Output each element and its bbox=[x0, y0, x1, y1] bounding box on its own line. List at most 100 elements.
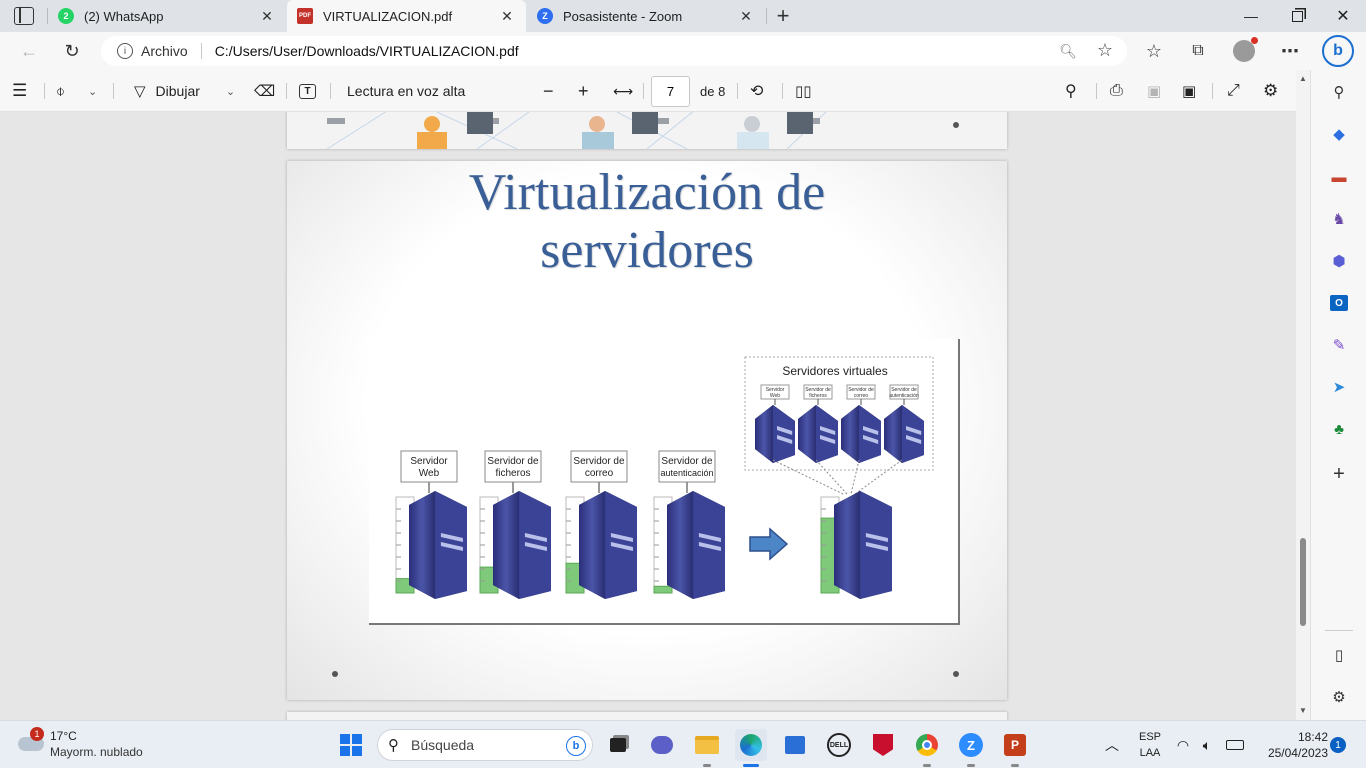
send-icon[interactable]: ➤ bbox=[1327, 375, 1351, 399]
powerpoint-icon[interactable]: P bbox=[999, 729, 1031, 761]
shopping-tag-icon[interactable]: ◆ bbox=[1327, 122, 1351, 146]
weather-widget[interactable]: 1 17°C Mayorm. nublado bbox=[14, 727, 164, 763]
tab-pdf[interactable]: PDF VIRTUALIZACION.pdf ✕ bbox=[287, 0, 526, 32]
sidebar-settings-icon[interactable]: ⚙ bbox=[1327, 685, 1351, 709]
chrome-icon[interactable] bbox=[911, 729, 943, 761]
chevron-down-icon[interactable]: ⌄ bbox=[226, 85, 235, 98]
save-icon[interactable]: ▣ bbox=[1147, 70, 1161, 112]
chat-icon[interactable] bbox=[646, 729, 678, 761]
designer-icon[interactable]: ✎ bbox=[1327, 333, 1351, 357]
taskbar-search[interactable]: ⚲ Búsqueda b bbox=[377, 729, 593, 761]
scheme-label: Archivo bbox=[141, 43, 188, 59]
zoom-out-icon[interactable]: 🔍︎ bbox=[1059, 43, 1077, 60]
collections-icon[interactable]: ⧉ bbox=[1183, 36, 1213, 66]
notification-badge[interactable]: 1 bbox=[1330, 737, 1346, 753]
info-icon[interactable]: i bbox=[117, 43, 133, 59]
scroll-thumb[interactable] bbox=[1300, 538, 1306, 626]
draw-button[interactable]: ▽ Dibujar ⌄ bbox=[134, 70, 235, 112]
chevron-down-icon[interactable]: ⌄ bbox=[88, 70, 97, 112]
virtual-server: ServidorWeb bbox=[755, 384, 795, 463]
close-window-button[interactable]: ✕ bbox=[1320, 0, 1366, 32]
task-view-icon[interactable] bbox=[602, 729, 634, 761]
language-line2: LAA bbox=[1139, 747, 1161, 759]
contents-icon[interactable]: ☰ bbox=[12, 70, 27, 112]
pdf-scrollbar[interactable]: ▲ ▼ bbox=[1296, 70, 1310, 720]
fit-page-icon[interactable]: ⟷ bbox=[613, 70, 633, 112]
bing-copilot-icon[interactable]: b bbox=[1322, 35, 1354, 67]
weather-temp: 17°C bbox=[50, 729, 77, 743]
draw-label: Dibujar bbox=[155, 83, 200, 99]
server-label-line1: Servidor de bbox=[487, 456, 539, 467]
scroll-down-arrow[interactable]: ▼ bbox=[1299, 706, 1307, 715]
favorites-icon[interactable]: ☆ bbox=[1139, 36, 1169, 66]
clock-date: 25/04/2023 bbox=[1267, 746, 1328, 760]
battery-icon[interactable] bbox=[1222, 729, 1248, 761]
zoom-icon[interactable]: Z bbox=[955, 729, 987, 761]
url-text[interactable]: C:/Users/User/Downloads/VIRTUALIZACION.p… bbox=[215, 43, 519, 59]
tree-icon[interactable]: ♣ bbox=[1327, 417, 1351, 441]
save-as-icon[interactable]: ▣ bbox=[1182, 70, 1196, 112]
dell-icon[interactable]: DELL bbox=[823, 729, 855, 761]
navigation-bar: ← ↻ i Archivo C:/Users/User/Downloads/VI… bbox=[0, 32, 1366, 70]
physical-server: Servidor deautenticación bbox=[653, 450, 725, 599]
tab-whatsapp[interactable]: 2 (2) WhatsApp ✕ bbox=[48, 0, 286, 32]
print-icon[interactable]: ⎙ bbox=[1110, 70, 1123, 112]
back-button[interactable]: ← bbox=[14, 36, 44, 66]
search-icon[interactable]: ⚲ bbox=[1065, 70, 1077, 112]
page-number-box bbox=[651, 70, 690, 112]
server-label-line1: Servidor de bbox=[573, 456, 625, 467]
language-line1: ESP bbox=[1138, 731, 1161, 743]
minimize-button[interactable]: — bbox=[1228, 0, 1274, 32]
rotate-icon[interactable]: ⟲ bbox=[750, 70, 763, 112]
slide-title-line2: servidores bbox=[540, 222, 754, 279]
chevron-up-icon[interactable]: ︿ bbox=[1096, 729, 1128, 761]
close-tab-icon[interactable]: ✕ bbox=[737, 8, 755, 25]
pdf-viewer[interactable]: Virtualización de servidores Servidores … bbox=[0, 112, 1296, 720]
volume-icon[interactable]: 🔈︎ bbox=[1196, 729, 1218, 761]
mcafee-icon[interactable] bbox=[867, 729, 899, 761]
search-icon: ⚲ bbox=[388, 737, 399, 754]
read-aloud-button[interactable]: Lectura en voz alta bbox=[347, 70, 465, 112]
tab-actions-icon[interactable] bbox=[14, 7, 34, 25]
new-tab-button[interactable]: + bbox=[770, 3, 796, 29]
draw-icon: ▽ bbox=[134, 83, 146, 100]
office-workers-illustration bbox=[326, 112, 827, 149]
tab-zoom[interactable]: Z Posasistente - Zoom ✕ bbox=[527, 0, 765, 32]
scroll-up-arrow[interactable]: ▲ bbox=[1299, 74, 1307, 83]
add-favorite-icon[interactable]: ☆ bbox=[1097, 40, 1113, 61]
zoom-in-button[interactable]: + bbox=[578, 70, 589, 112]
store-icon[interactable] bbox=[779, 729, 811, 761]
search-icon[interactable]: ⚲ bbox=[1327, 80, 1351, 104]
language-indicator[interactable]: ESP LAA bbox=[1130, 729, 1170, 761]
fullscreen-icon[interactable]: ⤢ bbox=[1227, 70, 1240, 112]
refresh-button[interactable]: ↻ bbox=[57, 36, 87, 66]
microsoft-365-icon[interactable]: ⬢ bbox=[1327, 249, 1351, 273]
edge-icon[interactable] bbox=[735, 729, 767, 761]
more-options-icon[interactable]: ⋯ bbox=[1275, 36, 1305, 66]
eraser-icon[interactable]: ⌫ bbox=[254, 70, 275, 112]
outlook-icon[interactable]: O bbox=[1327, 291, 1351, 315]
page-total-label: de 8 bbox=[700, 83, 726, 99]
add-icon[interactable]: + bbox=[1327, 462, 1351, 486]
physical-server: Servidor deficheros bbox=[479, 450, 551, 599]
address-bar[interactable]: i Archivo C:/Users/User/Downloads/VIRTUA… bbox=[101, 36, 1127, 66]
games-chess-icon[interactable]: ♞ bbox=[1327, 207, 1351, 231]
zoom-out-button[interactable]: − bbox=[543, 70, 554, 112]
file-explorer-icon[interactable] bbox=[691, 729, 723, 761]
sidebar-panel-icon[interactable]: ▯ bbox=[1327, 643, 1351, 667]
server-label-line1: Servidor bbox=[410, 456, 448, 467]
close-tab-icon[interactable]: ✕ bbox=[498, 8, 516, 25]
page-view-icon[interactable]: ▯▯ bbox=[795, 70, 812, 112]
clock[interactable]: 18:42 25/04/2023 bbox=[1252, 729, 1328, 761]
close-tab-icon[interactable]: ✕ bbox=[258, 8, 276, 25]
start-button[interactable] bbox=[335, 729, 367, 761]
virtual-server-label: autenticación bbox=[889, 393, 919, 399]
wifi-icon[interactable]: ◠ bbox=[1172, 729, 1194, 761]
page-number-input[interactable] bbox=[651, 75, 690, 107]
settings-icon[interactable]: ⚙ bbox=[1263, 70, 1278, 112]
profile-avatar[interactable] bbox=[1229, 36, 1259, 66]
text-icon[interactable]: T bbox=[299, 70, 316, 112]
tools-briefcase-icon[interactable]: ▬ bbox=[1327, 165, 1351, 189]
highlight-icon[interactable]: ⌽ bbox=[56, 70, 65, 112]
restore-button[interactable] bbox=[1274, 0, 1320, 32]
